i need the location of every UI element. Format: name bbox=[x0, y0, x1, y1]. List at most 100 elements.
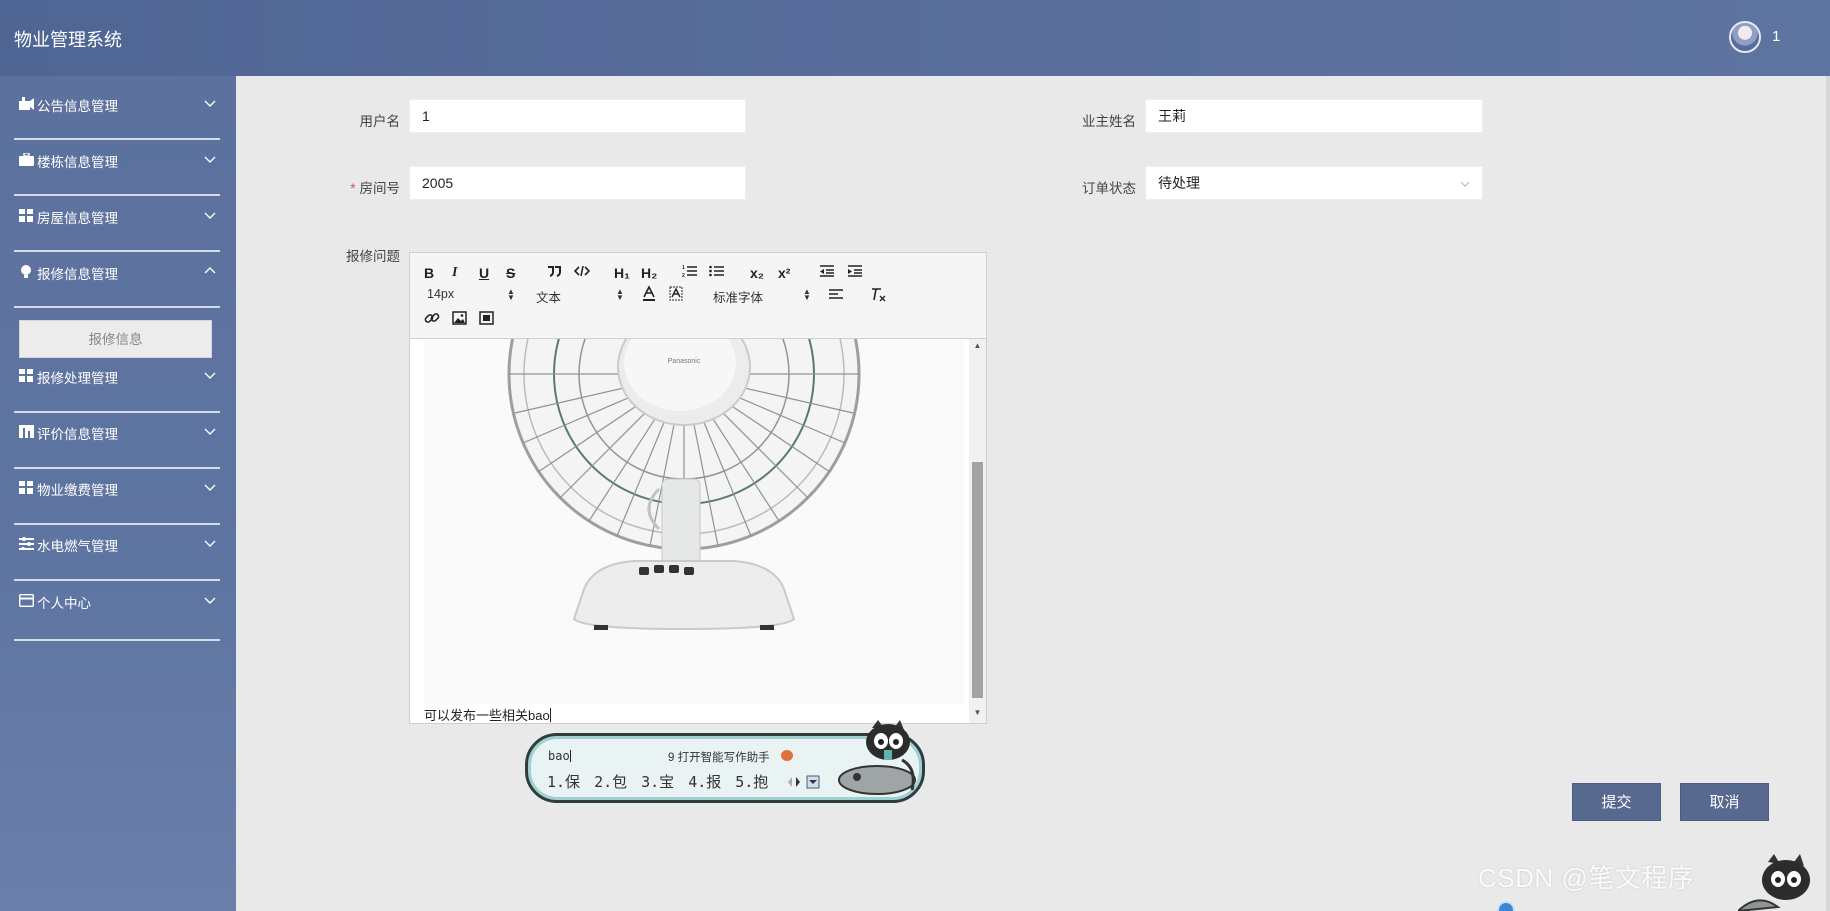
order-status-select[interactable]: 待处理 bbox=[1145, 166, 1483, 200]
floating-dot-icon[interactable] bbox=[1497, 901, 1515, 911]
scroll-down-arrow-icon[interactable]: ▼ bbox=[973, 708, 982, 722]
bold-button[interactable]: B bbox=[424, 265, 434, 281]
ime-smart-assistant[interactable]: 9 打开智能写作助手 bbox=[668, 749, 770, 765]
user-avatar[interactable] bbox=[1729, 21, 1761, 53]
image-button[interactable] bbox=[452, 311, 467, 325]
select-caret-icon: ▲ ▼ bbox=[803, 287, 811, 302]
ime-candidate[interactable]: 4.报 bbox=[688, 773, 721, 791]
fan-image-graphic: Panasonic bbox=[507, 339, 861, 631]
background-color-button[interactable] bbox=[669, 286, 683, 302]
grid-icon bbox=[19, 369, 33, 382]
indent-icon bbox=[848, 265, 862, 277]
chevron-down-icon bbox=[1460, 181, 1470, 187]
indent-button[interactable] bbox=[847, 264, 863, 278]
required-mark: * bbox=[350, 181, 356, 196]
text-cursor bbox=[549, 708, 551, 722]
font-family-select[interactable]: 标准字体 ▲ ▼ bbox=[713, 287, 811, 306]
username-field[interactable]: 1 bbox=[409, 99, 746, 133]
list-icon bbox=[19, 537, 34, 550]
sidebar-item-evaluation[interactable]: 评价信息管理 bbox=[0, 404, 236, 460]
font-size-select[interactable]: 14px ▲ ▼ bbox=[427, 287, 515, 302]
csdn-watermark: CSDN @笔文程序 bbox=[1478, 863, 1695, 893]
sidebar-item-fees[interactable]: 物业缴费管理 bbox=[0, 460, 236, 516]
svg-text:Panasonic: Panasonic bbox=[668, 358, 701, 365]
sidebar-item-utilities[interactable]: 水电燃气管理 bbox=[0, 516, 236, 572]
cancel-button[interactable]: 取消 bbox=[1680, 783, 1769, 821]
sidebar-item-personal-center[interactable]: 个人中心 bbox=[0, 573, 236, 629]
ime-candidate[interactable]: 5.抱 bbox=[735, 773, 768, 791]
select-caret-icon: ▲ ▼ bbox=[616, 287, 624, 302]
order-status-value: 待处理 bbox=[1158, 175, 1200, 191]
sidebar-item-house[interactable]: 房屋信息管理 bbox=[0, 188, 236, 244]
subscript-button[interactable]: x₂ bbox=[750, 265, 764, 281]
header-select[interactable]: 文本 ▲ ▼ bbox=[536, 287, 624, 306]
sidebar-item-repair-handling[interactable]: 报修处理管理 bbox=[0, 348, 236, 404]
svg-text:2: 2 bbox=[682, 273, 685, 278]
header-value: 文本 bbox=[536, 291, 562, 305]
editor-scrollbar[interactable]: ▲ ▼ bbox=[969, 339, 986, 723]
room-no-label-text: 房间号 bbox=[359, 181, 401, 196]
room-no-label: * 房间号 bbox=[330, 177, 400, 197]
bullet-list-button[interactable] bbox=[709, 264, 725, 278]
chevron-down-icon bbox=[204, 540, 216, 547]
sidebar-item-label: 报修处理管理 bbox=[37, 371, 118, 386]
bullet-list-icon bbox=[709, 265, 724, 277]
sidebar: 公告信息管理 楼栋信息管理 房屋信息管理 报修信息管理 报修信息 报修处理管理 … bbox=[0, 76, 236, 911]
align-left-icon bbox=[829, 289, 843, 299]
owner-name-field[interactable]: 王莉 bbox=[1145, 99, 1483, 133]
room-no-field[interactable]: 2005 bbox=[409, 166, 746, 200]
ordered-list-icon: 12 bbox=[682, 265, 697, 278]
h1-button[interactable]: H₁ bbox=[614, 265, 630, 281]
submit-button[interactable]: 提交 bbox=[1572, 783, 1661, 821]
ime-input-text: bao bbox=[548, 749, 570, 763]
scroll-up-arrow-icon[interactable]: ▲ bbox=[973, 341, 982, 355]
rich-text-editor: B I U S H₁ H₂ 12 x₂ x² 14px ▲ ▼ 文本 ▲ ▼ 标准字体 ▲… bbox=[409, 252, 987, 724]
sidebar-item-repair[interactable]: 报修信息管理 bbox=[0, 244, 236, 300]
menu-divider bbox=[14, 306, 220, 308]
editor-toolbar: B I U S H₁ H₂ 12 x₂ x² 14px ▲ ▼ 文本 ▲ ▼ 标准字体 ▲… bbox=[410, 253, 986, 339]
ime-composition: bao bbox=[548, 749, 571, 763]
clean-format-button[interactable] bbox=[870, 287, 886, 302]
app-title: 物业管理系统 bbox=[14, 30, 122, 50]
link-button[interactable] bbox=[424, 310, 440, 326]
ordered-list-button[interactable]: 12 bbox=[682, 264, 698, 278]
superscript-button[interactable]: x² bbox=[778, 265, 790, 281]
code-icon bbox=[574, 265, 590, 277]
underline-button[interactable]: U bbox=[479, 265, 489, 281]
strike-button[interactable]: S bbox=[506, 265, 515, 281]
align-button[interactable] bbox=[828, 288, 844, 301]
ime-candidates: 1.保 2.包 3.宝 4.报 5.抱 bbox=[547, 771, 782, 792]
highlight-icon bbox=[669, 286, 683, 301]
code-block-button[interactable] bbox=[574, 264, 590, 278]
sidebar-item-label: 个人中心 bbox=[37, 596, 91, 611]
italic-button[interactable]: I bbox=[452, 265, 457, 281]
ime-page-nav-icon[interactable] bbox=[787, 774, 823, 790]
video-button[interactable] bbox=[479, 311, 494, 325]
editor-content[interactable]: Panasonic 可以发布一些相关bao bbox=[410, 339, 986, 723]
sidebar-item-building[interactable]: 楼栋信息管理 bbox=[0, 132, 236, 188]
font-color-button[interactable] bbox=[642, 286, 656, 302]
assistant-icon[interactable] bbox=[781, 750, 793, 761]
user-name[interactable]: 1 bbox=[1772, 28, 1780, 45]
sidebar-item-label: 楼栋信息管理 bbox=[37, 155, 118, 170]
blockquote-button[interactable] bbox=[547, 264, 561, 278]
menu-divider bbox=[14, 639, 220, 641]
scrollbar-thumb[interactable] bbox=[972, 462, 983, 698]
h2-button[interactable]: H₂ bbox=[641, 265, 657, 281]
ime-cursor bbox=[569, 750, 571, 762]
owner-name-label: 业主姓名 bbox=[1082, 114, 1136, 129]
ime-candidate[interactable]: 2.包 bbox=[594, 773, 627, 791]
video-icon bbox=[479, 311, 494, 325]
ime-candidate[interactable]: 1.保 bbox=[547, 773, 580, 791]
image-icon bbox=[452, 311, 467, 325]
ime-candidate[interactable]: 3.宝 bbox=[641, 773, 674, 791]
font-size-value: 14px bbox=[427, 287, 455, 301]
outdent-icon bbox=[820, 265, 834, 277]
sidebar-item-notice[interactable]: 公告信息管理 bbox=[0, 76, 236, 132]
ime-tip-number: 9 bbox=[668, 752, 675, 764]
editor-text[interactable]: 可以发布一些相关bao bbox=[424, 705, 551, 723]
outdent-button[interactable] bbox=[819, 264, 835, 278]
sidebar-item-label: 公告信息管理 bbox=[37, 99, 118, 114]
grid-icon bbox=[19, 481, 33, 494]
bulb-icon bbox=[21, 265, 31, 278]
